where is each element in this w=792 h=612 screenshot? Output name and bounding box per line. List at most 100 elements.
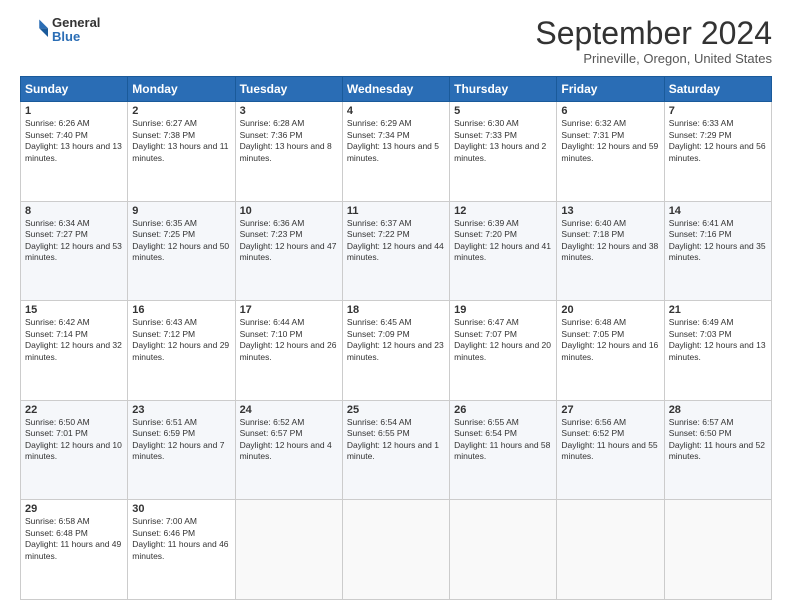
day-number: 8	[25, 205, 123, 217]
calendar-table: SundayMondayTuesdayWednesdayThursdayFrid…	[20, 76, 772, 600]
calendar-cell	[557, 500, 664, 600]
day-number: 6	[561, 105, 659, 117]
col-header-tuesday: Tuesday	[235, 77, 342, 102]
calendar-header-row: SundayMondayTuesdayWednesdayThursdayFrid…	[21, 77, 772, 102]
day-number: 22	[25, 404, 123, 416]
cell-content: Sunrise: 6:54 AMSunset: 6:55 PMDaylight:…	[347, 417, 445, 463]
day-number: 12	[454, 205, 552, 217]
day-number: 23	[132, 404, 230, 416]
calendar-cell: 28Sunrise: 6:57 AMSunset: 6:50 PMDayligh…	[664, 400, 771, 500]
calendar-cell: 1Sunrise: 6:26 AMSunset: 7:40 PMDaylight…	[21, 102, 128, 202]
cell-content: Sunrise: 6:45 AMSunset: 7:09 PMDaylight:…	[347, 317, 445, 363]
col-header-sunday: Sunday	[21, 77, 128, 102]
day-number: 14	[669, 205, 767, 217]
calendar-cell: 26Sunrise: 6:55 AMSunset: 6:54 PMDayligh…	[450, 400, 557, 500]
cell-content: Sunrise: 6:51 AMSunset: 6:59 PMDaylight:…	[132, 417, 230, 463]
week-row-5: 29Sunrise: 6:58 AMSunset: 6:48 PMDayligh…	[21, 500, 772, 600]
calendar-cell: 20Sunrise: 6:48 AMSunset: 7:05 PMDayligh…	[557, 301, 664, 401]
day-number: 21	[669, 304, 767, 316]
week-row-2: 8Sunrise: 6:34 AMSunset: 7:27 PMDaylight…	[21, 201, 772, 301]
cell-content: Sunrise: 6:42 AMSunset: 7:14 PMDaylight:…	[25, 317, 123, 363]
day-number: 28	[669, 404, 767, 416]
col-header-saturday: Saturday	[664, 77, 771, 102]
day-number: 27	[561, 404, 659, 416]
day-number: 18	[347, 304, 445, 316]
page: General Blue September 2024 Prineville, …	[0, 0, 792, 612]
calendar-cell: 6Sunrise: 6:32 AMSunset: 7:31 PMDaylight…	[557, 102, 664, 202]
calendar-cell: 21Sunrise: 6:49 AMSunset: 7:03 PMDayligh…	[664, 301, 771, 401]
cell-content: Sunrise: 6:56 AMSunset: 6:52 PMDaylight:…	[561, 417, 659, 463]
calendar-cell: 29Sunrise: 6:58 AMSunset: 6:48 PMDayligh…	[21, 500, 128, 600]
calendar-cell: 23Sunrise: 6:51 AMSunset: 6:59 PMDayligh…	[128, 400, 235, 500]
header: General Blue September 2024 Prineville, …	[20, 16, 772, 66]
cell-content: Sunrise: 6:28 AMSunset: 7:36 PMDaylight:…	[240, 118, 338, 164]
week-row-3: 15Sunrise: 6:42 AMSunset: 7:14 PMDayligh…	[21, 301, 772, 401]
day-number: 15	[25, 304, 123, 316]
cell-content: Sunrise: 6:44 AMSunset: 7:10 PMDaylight:…	[240, 317, 338, 363]
day-number: 26	[454, 404, 552, 416]
day-number: 20	[561, 304, 659, 316]
calendar-cell: 27Sunrise: 6:56 AMSunset: 6:52 PMDayligh…	[557, 400, 664, 500]
calendar-cell: 10Sunrise: 6:36 AMSunset: 7:23 PMDayligh…	[235, 201, 342, 301]
calendar-cell: 3Sunrise: 6:28 AMSunset: 7:36 PMDaylight…	[235, 102, 342, 202]
cell-content: Sunrise: 6:58 AMSunset: 6:48 PMDaylight:…	[25, 516, 123, 562]
location: Prineville, Oregon, United States	[535, 51, 772, 66]
logo-blue-text: Blue	[52, 30, 100, 44]
calendar-cell: 5Sunrise: 6:30 AMSunset: 7:33 PMDaylight…	[450, 102, 557, 202]
calendar-cell: 12Sunrise: 6:39 AMSunset: 7:20 PMDayligh…	[450, 201, 557, 301]
col-header-thursday: Thursday	[450, 77, 557, 102]
col-header-monday: Monday	[128, 77, 235, 102]
calendar-cell: 30Sunrise: 7:00 AMSunset: 6:46 PMDayligh…	[128, 500, 235, 600]
calendar-cell: 2Sunrise: 6:27 AMSunset: 7:38 PMDaylight…	[128, 102, 235, 202]
cell-content: Sunrise: 6:30 AMSunset: 7:33 PMDaylight:…	[454, 118, 552, 164]
cell-content: Sunrise: 6:47 AMSunset: 7:07 PMDaylight:…	[454, 317, 552, 363]
day-number: 17	[240, 304, 338, 316]
logo-text: General Blue	[52, 16, 100, 45]
cell-content: Sunrise: 6:39 AMSunset: 7:20 PMDaylight:…	[454, 218, 552, 264]
calendar-cell: 22Sunrise: 6:50 AMSunset: 7:01 PMDayligh…	[21, 400, 128, 500]
day-number: 10	[240, 205, 338, 217]
logo: General Blue	[20, 16, 100, 45]
calendar-cell: 18Sunrise: 6:45 AMSunset: 7:09 PMDayligh…	[342, 301, 449, 401]
cell-content: Sunrise: 6:32 AMSunset: 7:31 PMDaylight:…	[561, 118, 659, 164]
day-number: 3	[240, 105, 338, 117]
cell-content: Sunrise: 6:26 AMSunset: 7:40 PMDaylight:…	[25, 118, 123, 164]
cell-content: Sunrise: 6:57 AMSunset: 6:50 PMDaylight:…	[669, 417, 767, 463]
calendar-cell: 7Sunrise: 6:33 AMSunset: 7:29 PMDaylight…	[664, 102, 771, 202]
cell-content: Sunrise: 6:36 AMSunset: 7:23 PMDaylight:…	[240, 218, 338, 264]
cell-content: Sunrise: 6:52 AMSunset: 6:57 PMDaylight:…	[240, 417, 338, 463]
calendar-cell: 4Sunrise: 6:29 AMSunset: 7:34 PMDaylight…	[342, 102, 449, 202]
cell-content: Sunrise: 6:34 AMSunset: 7:27 PMDaylight:…	[25, 218, 123, 264]
day-number: 30	[132, 503, 230, 515]
day-number: 25	[347, 404, 445, 416]
week-row-1: 1Sunrise: 6:26 AMSunset: 7:40 PMDaylight…	[21, 102, 772, 202]
logo-icon	[20, 16, 48, 44]
calendar-cell: 25Sunrise: 6:54 AMSunset: 6:55 PMDayligh…	[342, 400, 449, 500]
cell-content: Sunrise: 6:27 AMSunset: 7:38 PMDaylight:…	[132, 118, 230, 164]
day-number: 4	[347, 105, 445, 117]
day-number: 2	[132, 105, 230, 117]
calendar-cell: 13Sunrise: 6:40 AMSunset: 7:18 PMDayligh…	[557, 201, 664, 301]
calendar-cell: 16Sunrise: 6:43 AMSunset: 7:12 PMDayligh…	[128, 301, 235, 401]
cell-content: Sunrise: 6:29 AMSunset: 7:34 PMDaylight:…	[347, 118, 445, 164]
calendar-cell: 14Sunrise: 6:41 AMSunset: 7:16 PMDayligh…	[664, 201, 771, 301]
calendar-cell	[342, 500, 449, 600]
day-number: 11	[347, 205, 445, 217]
day-number: 24	[240, 404, 338, 416]
month-title: September 2024	[535, 16, 772, 51]
cell-content: Sunrise: 6:43 AMSunset: 7:12 PMDaylight:…	[132, 317, 230, 363]
col-header-wednesday: Wednesday	[342, 77, 449, 102]
cell-content: Sunrise: 6:50 AMSunset: 7:01 PMDaylight:…	[25, 417, 123, 463]
calendar-cell: 9Sunrise: 6:35 AMSunset: 7:25 PMDaylight…	[128, 201, 235, 301]
cell-content: Sunrise: 7:00 AMSunset: 6:46 PMDaylight:…	[132, 516, 230, 562]
week-row-4: 22Sunrise: 6:50 AMSunset: 7:01 PMDayligh…	[21, 400, 772, 500]
calendar-cell: 15Sunrise: 6:42 AMSunset: 7:14 PMDayligh…	[21, 301, 128, 401]
cell-content: Sunrise: 6:48 AMSunset: 7:05 PMDaylight:…	[561, 317, 659, 363]
day-number: 7	[669, 105, 767, 117]
cell-content: Sunrise: 6:33 AMSunset: 7:29 PMDaylight:…	[669, 118, 767, 164]
calendar-cell: 11Sunrise: 6:37 AMSunset: 7:22 PMDayligh…	[342, 201, 449, 301]
calendar-cell	[450, 500, 557, 600]
cell-content: Sunrise: 6:35 AMSunset: 7:25 PMDaylight:…	[132, 218, 230, 264]
cell-content: Sunrise: 6:55 AMSunset: 6:54 PMDaylight:…	[454, 417, 552, 463]
day-number: 1	[25, 105, 123, 117]
